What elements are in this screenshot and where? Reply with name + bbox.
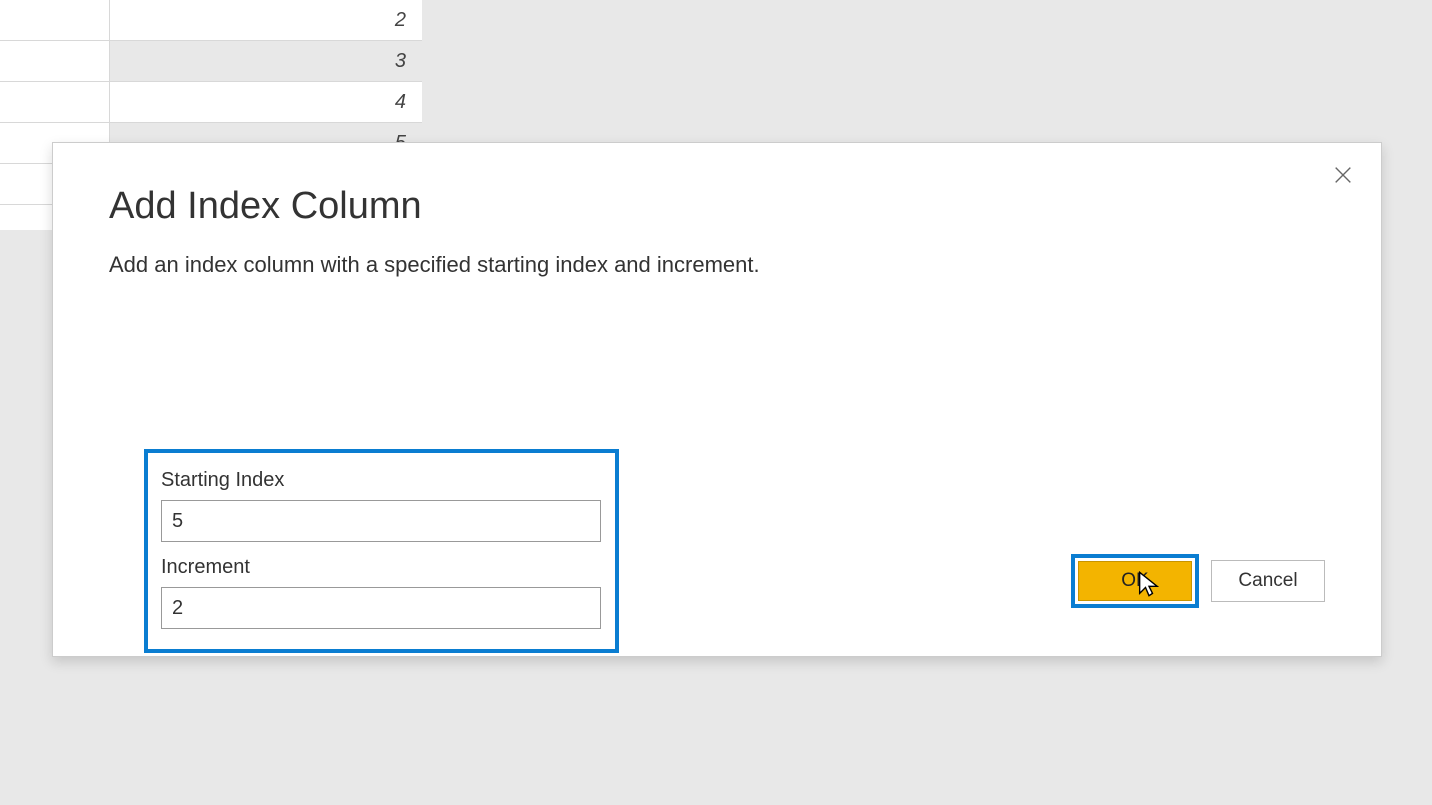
close-button[interactable] xyxy=(1329,161,1357,189)
increment-input[interactable] xyxy=(161,587,601,629)
close-icon xyxy=(1332,164,1354,186)
ok-button[interactable]: OK xyxy=(1078,561,1192,601)
dialog-button-row: OK Cancel xyxy=(1071,554,1325,608)
increment-label: Increment xyxy=(161,556,601,579)
ok-button-label: OK xyxy=(1121,570,1148,592)
ok-highlight-box: OK xyxy=(1071,554,1199,608)
input-fields-group: Starting Index Increment xyxy=(161,469,601,643)
increment-field: Increment xyxy=(161,556,601,629)
starting-index-label: Starting Index xyxy=(161,469,601,492)
add-index-column-dialog: Add Index Column Add an index column wit… xyxy=(52,142,1382,657)
starting-index-input[interactable] xyxy=(161,500,601,542)
cancel-button-label: Cancel xyxy=(1238,570,1297,592)
cell-value: 4 xyxy=(395,91,406,114)
cancel-button[interactable]: Cancel xyxy=(1211,560,1325,602)
starting-index-field: Starting Index xyxy=(161,469,601,542)
dialog-title: Add Index Column xyxy=(109,185,1325,228)
dialog-description: Add an index column with a specified sta… xyxy=(109,252,1325,278)
cell-value: 2 xyxy=(395,9,406,32)
cell-value: 3 xyxy=(395,50,406,73)
